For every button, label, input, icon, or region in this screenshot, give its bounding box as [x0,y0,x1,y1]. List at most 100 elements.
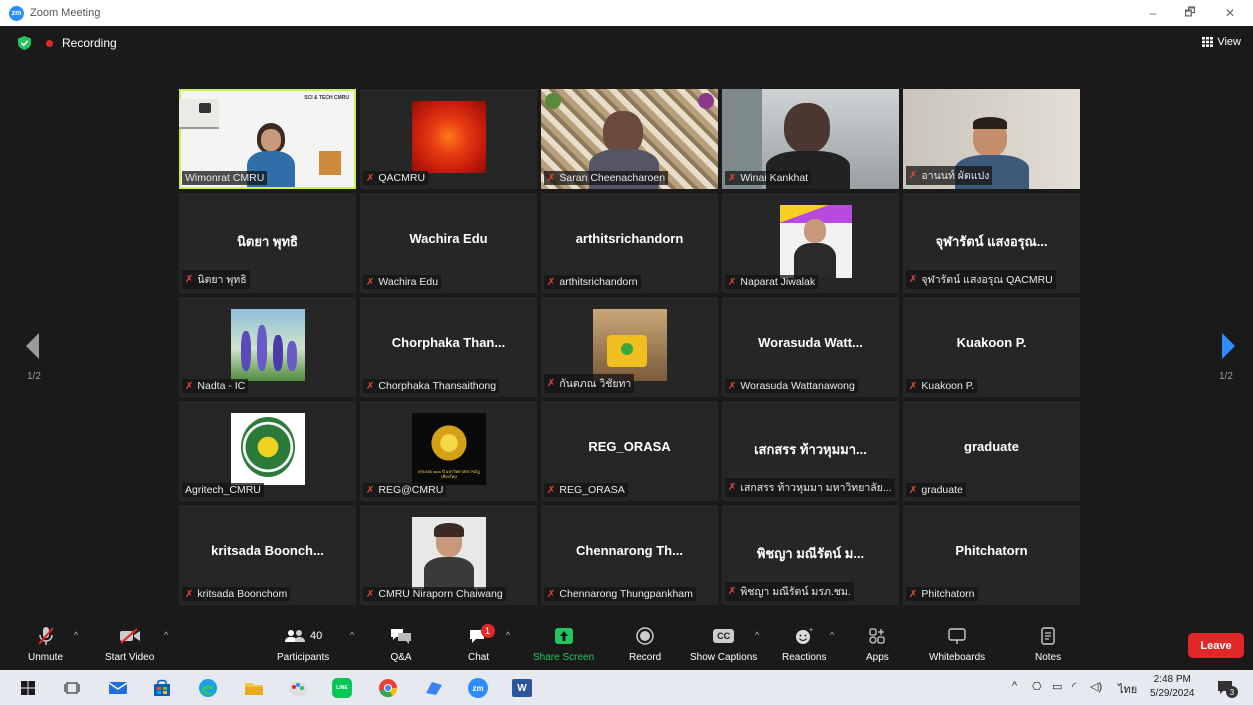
participant-tile[interactable]: Chorphaka Than... ✗ Chorphaka Thansaithong [360,297,537,397]
participant-tile[interactable]: kritsada Boonch... ✗ kritsada Boonchom [179,505,356,605]
participant-tile[interactable]: SCI & TECH CMRU Wimonrat CMRU [179,89,356,189]
participant-name-label: Agritech_CMRU [182,483,264,497]
video-options-caret-icon[interactable]: ^ [164,630,168,640]
language-indicator[interactable]: ไทย [1118,680,1137,698]
participant-name: kritsada Boonchom [197,588,288,600]
whiteboard-icon [947,624,967,648]
meeting-area: Recording View 1/2 1/2 SCI & TECH CMRU Wi… [0,26,1253,620]
recording-indicator[interactable]: Recording [46,36,117,50]
chat-caret-icon[interactable]: ^ [506,630,510,640]
participant-tile[interactable]: ✗ CMRU Niraporn Chaiwang [360,505,537,605]
audio-options-caret-icon[interactable]: ^ [74,630,78,640]
previous-page-button[interactable] [18,316,48,376]
mail-icon[interactable] [106,676,130,700]
edge-icon[interactable] [196,676,220,700]
participants-caret-icon[interactable]: ^ [350,630,354,640]
title-bar: zm Zoom Meeting – 🗗 ✕ [0,0,1253,26]
participant-display-name: Kuakoon P. [956,335,1027,350]
participant-picture [287,341,297,371]
participant-tile[interactable]: Phitchatorn ✗ Phitchatorn [903,505,1080,605]
participant-tile[interactable]: Chennarong Th... ✗ Chennarong Thungpankham [541,505,718,605]
minimize-button[interactable]: – [1133,0,1173,26]
participant-display-name: Worasuda Watt... [758,335,863,350]
participant-picture [804,219,826,243]
view-button[interactable]: View [1202,36,1241,48]
chat-button[interactable]: 1 Chat [468,624,495,663]
system-clock[interactable]: 2:48 PM 5/29/2024 [1150,673,1195,701]
record-label: Record [629,652,662,663]
participant-tile[interactable]: ✗ อานนท์ ผัดแปง [903,89,1080,189]
share-screen-button[interactable]: Share Screen [533,624,594,663]
show-captions-button[interactable]: CC Show Captions [690,624,757,663]
muted-mic-icon: ✗ [547,484,556,496]
notification-count: 3 [1226,686,1238,698]
whiteboards-button[interactable]: Whiteboards [929,624,985,663]
qa-button[interactable]: Q&A [390,624,412,663]
participant-tile[interactable]: graduate ✗ graduate [903,401,1080,501]
participant-tile[interactable]: REG_ORASA ✗ REG_ORASA [541,401,718,501]
participant-name: QACMRU [378,172,426,184]
next-page-button[interactable] [1213,316,1243,376]
line-app-icon[interactable]: LINE [330,676,354,700]
whiteboards-label: Whiteboards [929,652,986,663]
apps-button[interactable]: Apps [866,624,889,663]
muted-mic-icon: ✗ [547,378,556,389]
chrome-icon[interactable] [376,676,400,700]
windows-start-icon[interactable] [16,676,40,700]
participant-name: Wimonrat CMRU [185,172,265,184]
show-captions-label: Show Captions [690,652,758,663]
file-explorer-icon[interactable] [242,676,266,700]
restore-button[interactable]: 🗗 [1170,0,1210,26]
zoom-taskbar-icon[interactable]: zm [466,676,490,700]
participant-tile[interactable]: เสกสรร ท้าวหุมมา... ✗ เสกสรร ท้าวหุมมา มหา… [722,401,899,501]
record-button[interactable]: Record [629,624,661,663]
task-view-icon[interactable] [60,676,84,700]
participant-display-name: REG_ORASA [588,439,671,454]
participant-picture [257,325,267,371]
security-shield-icon[interactable] [18,36,31,50]
participant-tile[interactable]: ✗ Saran Cheenacharoen [541,89,718,189]
participant-tile[interactable]: ✗ Naparat Jiwalak [722,193,899,293]
participant-tile[interactable]: ครบรอบ ๑๐๐ ปี มหาวิทยาลัยราชภัฏเชียงใหม่… [360,401,537,501]
participant-tile[interactable]: ✗ Winai Kankhat [722,89,899,189]
participant-tile[interactable]: ✗ Nadta - IC [179,297,356,397]
participant-display-name: Chennarong Th... [576,543,683,558]
leave-button[interactable]: Leave [1188,633,1244,658]
volume-icon[interactable]: ◁) [1090,680,1102,693]
participant-display-name: เสกสรร ท้าวหุมมา... [754,442,867,457]
participant-name: นิตยา พุทธิ [197,274,247,286]
start-video-button[interactable]: Start Video [105,624,154,663]
photos-app-icon[interactable] [422,676,446,700]
reactions-button[interactable]: + Reactions [782,624,826,663]
participant-tile[interactable]: ✗ QACMRU [360,89,537,189]
battery-icon[interactable]: ▭ [1052,680,1062,693]
banner-text: SCI & TECH CMRU [304,95,349,101]
muted-mic-icon: ✗ [366,484,375,496]
tray-overflow-icon[interactable]: ^ [1012,680,1017,692]
participant-tile[interactable]: Worasuda Watt... ✗ Worasuda Wattanawong [722,297,899,397]
notes-button[interactable]: Notes [1035,624,1061,663]
participant-tile[interactable]: ✗ กันตภณ วิชัยทา [541,297,718,397]
muted-mic-icon: ✗ [909,484,918,496]
captions-caret-icon[interactable]: ^ [755,630,759,640]
notification-center-icon[interactable]: 3 [1214,676,1238,700]
participant-tile[interactable]: จุฬารัตน์ แสงอรุณ... ✗ จุฬารัตน์ แสงอรุณ Q… [903,193,1080,293]
wifi-icon[interactable]: ◜ [1072,680,1076,693]
participant-tile[interactable]: Kuakoon P. ✗ Kuakoon P. [903,297,1080,397]
microsoft-store-icon[interactable] [150,676,174,700]
participant-tile[interactable]: นิตยา พุทธิ ✗ นิตยา พุทธิ [179,193,356,293]
participants-button[interactable]: 40 Participants [277,624,329,663]
meet-now-icon[interactable]: ⎔ [1032,680,1042,693]
unmute-button[interactable]: Unmute [28,624,63,663]
paint-app-icon[interactable] [286,676,310,700]
participant-tile[interactable]: Wachira Edu ✗ Wachira Edu [360,193,537,293]
word-icon[interactable]: W [510,676,534,700]
participant-tile[interactable]: arthitsrichandorn ✗ arthitsrichandorn [541,193,718,293]
view-label: View [1217,36,1241,48]
participant-tile[interactable]: Agritech_CMRU [179,401,356,501]
participant-display-name: นิตยา พุทธิ [237,234,298,249]
participant-display-name: Wachira Edu [409,231,488,246]
participant-tile[interactable]: พิชญา มณีรัตน์ ม... ✗ พิชญา มณีรัตน์ มรภ.ช… [722,505,899,605]
reactions-caret-icon[interactable]: ^ [830,630,834,640]
close-button[interactable]: ✕ [1210,0,1250,26]
